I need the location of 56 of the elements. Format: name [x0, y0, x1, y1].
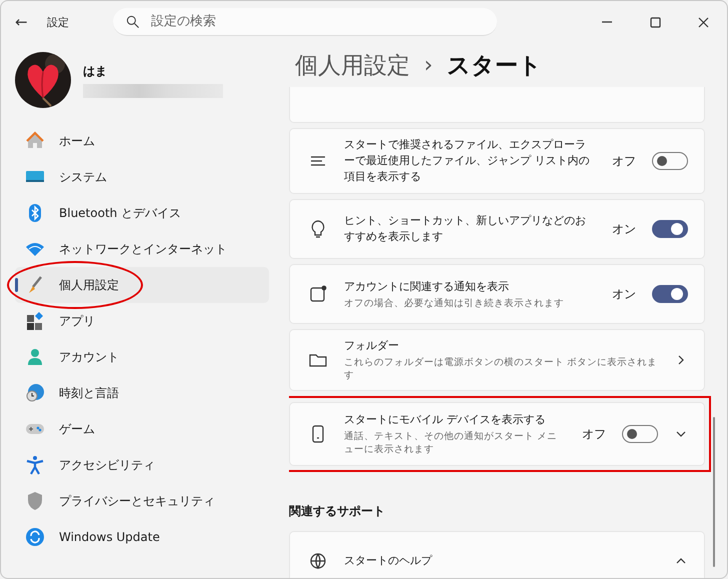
toggle-switch[interactable]: [652, 285, 688, 303]
sidebar-item[interactable]: 時刻と言語: [15, 375, 269, 411]
breadcrumb-parent[interactable]: 個人用設定: [295, 50, 410, 80]
sidebar-item[interactable]: プライバシーとセキュリティ: [15, 483, 269, 519]
sidebar-item[interactable]: アプリ: [15, 303, 269, 339]
toggle-switch[interactable]: [622, 425, 658, 443]
setting-title: フォルダー: [344, 338, 400, 354]
page-title: スタート: [446, 52, 542, 80]
notification-icon: [308, 284, 328, 304]
sidebar-item[interactable]: Bluetooth とデバイス: [15, 195, 269, 231]
setting-title: アカウントに関連する通知を表示: [344, 278, 510, 294]
close-icon: [698, 16, 708, 28]
toggle-switch[interactable]: [652, 152, 688, 170]
toggle-switch[interactable]: [652, 220, 688, 238]
back-button[interactable]: ←: [15, 13, 33, 31]
accessibility-icon: [25, 455, 45, 475]
sidebar-item[interactable]: システム: [15, 159, 269, 195]
sidebar-item[interactable]: 個人用設定: [15, 267, 269, 303]
apps-icon: [25, 311, 45, 331]
setting-description: オフの場合、必要な通知は引き続き表示されます: [344, 296, 565, 310]
search-icon: [125, 14, 141, 30]
setting-description: 通話、テキスト、その他の通知がスタート メニューに表示されます: [344, 430, 558, 456]
help-title: スタートのヘルプ: [344, 553, 434, 569]
scrollbar[interactable]: [713, 417, 715, 567]
sidebar-item[interactable]: アクセシビリティ: [15, 447, 269, 483]
search-field[interactable]: 設定の検索: [113, 8, 497, 36]
settings-card[interactable]: フォルダー これらのフォルダーは電源ボタンの横のスタート ボタンに表示されます: [289, 329, 705, 391]
setting-title: ヒント、ショートカット、新しいアプリなどのおすすめを表示します: [344, 213, 587, 245]
toggle-state-label: オン: [612, 286, 636, 302]
sidebar-item[interactable]: ホーム: [15, 123, 269, 159]
window-title: 設定: [47, 14, 69, 30]
sync-icon: [25, 527, 45, 547]
breadcrumb-separator: ›: [424, 52, 433, 78]
globe-clock-icon: [25, 383, 45, 403]
setting-description: これらのフォルダーは電源ボタンの横のスタート ボタンに表示されます: [344, 356, 658, 382]
setting-title: スタートで推奨されるファイル、エクスプローラーで最近使用したファイル、ジャンプ リスト内の項目を表示する: [344, 137, 590, 185]
shield-icon: [25, 491, 45, 511]
maximize-icon: [650, 16, 660, 28]
toggle-state-label: オフ: [582, 426, 606, 442]
help-card[interactable]: スタートのヘルプ: [289, 531, 705, 578]
settings-card[interactable]: ヒント、ショートカット、新しいアプリなどのおすすめを表示します オン: [289, 199, 705, 259]
home-icon: [25, 131, 45, 151]
sidebar-item[interactable]: ネットワークとインターネット: [15, 231, 269, 267]
settings-card[interactable]: アカウントに関連する通知を表示 オフの場合、必要な通知は引き続き表示されます オン: [289, 264, 705, 324]
section-heading: 関連するサポート: [289, 503, 386, 520]
settings-card[interactable]: スタートにモバイル デバイスを表示する 通話、テキスト、その他の通知がスタート メニューに表示されます オフ: [289, 402, 705, 466]
toggle-state-label: オフ: [612, 152, 636, 170]
toggle-state-label: オン: [612, 220, 636, 238]
globe-icon: [308, 551, 328, 571]
person-icon: [25, 347, 45, 367]
sidebar-item[interactable]: Windows Update: [15, 519, 269, 555]
sidebar-item[interactable]: アカウント: [15, 339, 269, 375]
sidebar-item[interactable]: ゲーム: [15, 411, 269, 447]
user-name: はま: [83, 62, 108, 80]
setting-title: スタートにモバイル デバイスを表示する: [344, 412, 546, 428]
settings-card[interactable]: スタートで推奨されるファイル、エクスプローラーで最近使用したファイル、ジャンプ リスト内の項目を表示する オフ: [289, 128, 705, 194]
